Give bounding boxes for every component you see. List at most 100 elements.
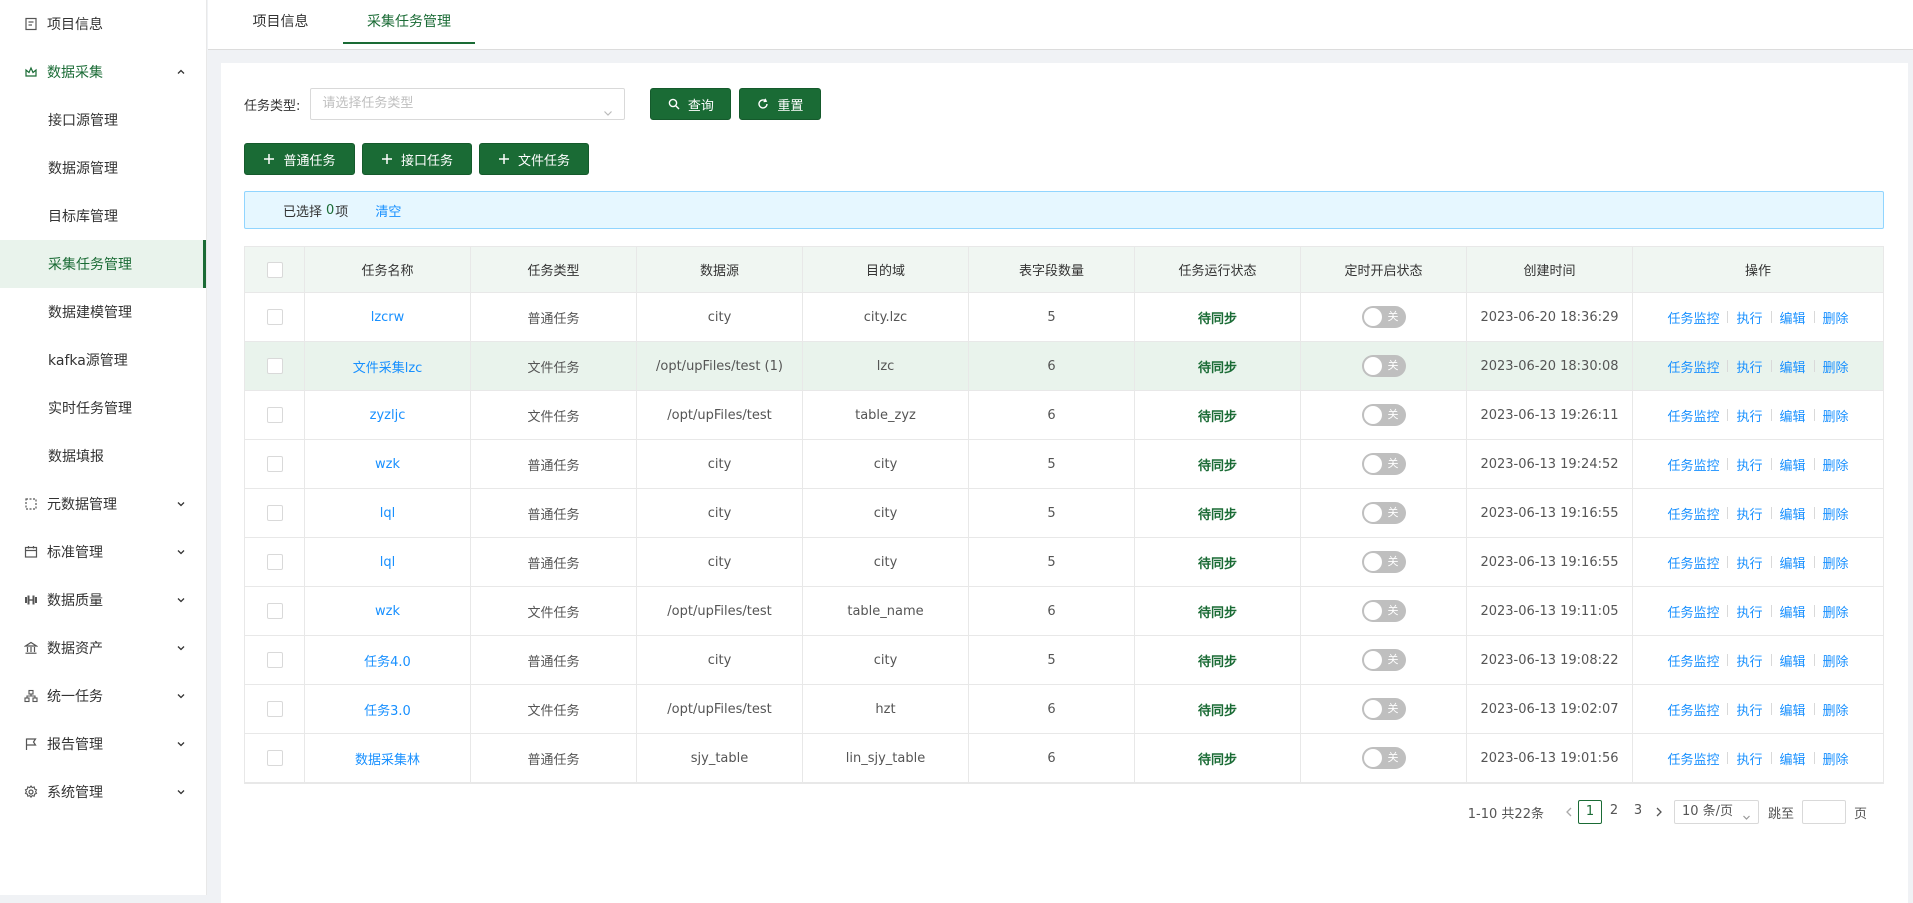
schedule-toggle[interactable]: 关 (1361, 355, 1406, 377)
task-name-link[interactable]: 任务3.0 (364, 700, 411, 719)
row-checkbox[interactable] (266, 603, 283, 619)
sidebar-item-report[interactable]: 报告管理 (0, 720, 206, 768)
sidebar-item-data-collection[interactable]: 数据采集 (0, 48, 206, 96)
sidebar-item-kafka-source[interactable]: kafka源管理 (0, 336, 206, 384)
execute-task-link[interactable]: 执行 (1736, 553, 1762, 572)
delete-task-link[interactable]: 删除 (1823, 357, 1849, 376)
schedule-toggle[interactable]: 关 (1361, 404, 1406, 426)
delete-task-link[interactable]: 删除 (1823, 700, 1849, 719)
reset-button[interactable]: 重置 (739, 88, 822, 120)
sidebar-item-system[interactable]: 系统管理 (0, 768, 206, 816)
delete-task-link[interactable]: 删除 (1823, 553, 1849, 572)
sidebar-item-standard[interactable]: 标准管理 (0, 528, 206, 576)
execute-task-link[interactable]: 执行 (1736, 749, 1762, 768)
delete-task-link[interactable]: 删除 (1823, 308, 1849, 327)
task-name-link[interactable]: 任务4.0 (364, 651, 411, 670)
task-name-link[interactable]: wzk (375, 604, 400, 619)
monitor-task-link[interactable]: 任务监控 (1667, 455, 1719, 474)
next-page-icon[interactable] (1650, 800, 1668, 824)
sidebar-item-data-source[interactable]: 数据源管理 (0, 144, 206, 192)
page-2[interactable]: 2 (1602, 800, 1626, 824)
delete-task-link[interactable]: 删除 (1823, 406, 1849, 425)
delete-task-link[interactable]: 删除 (1823, 749, 1849, 768)
execute-task-link[interactable]: 执行 (1736, 357, 1762, 376)
add-file-task-button[interactable]: 文件任务 (479, 143, 589, 175)
monitor-task-link[interactable]: 任务监控 (1667, 651, 1719, 670)
tab-project-info[interactable]: 项目信息 (208, 0, 353, 44)
row-checkbox[interactable] (266, 407, 283, 423)
delete-task-link[interactable]: 删除 (1823, 602, 1849, 621)
page-3[interactable]: 3 (1626, 800, 1650, 824)
delete-task-link[interactable]: 删除 (1823, 651, 1849, 670)
clear-selection-link[interactable]: 清空 (375, 201, 401, 220)
monitor-task-link[interactable]: 任务监控 (1667, 357, 1719, 376)
schedule-toggle[interactable]: 关 (1361, 698, 1406, 720)
edit-task-link[interactable]: 编辑 (1780, 308, 1806, 327)
task-name-link[interactable]: lzcrw (371, 310, 405, 325)
monitor-task-link[interactable]: 任务监控 (1667, 553, 1719, 572)
task-name-link[interactable]: wzk (375, 457, 400, 472)
monitor-task-link[interactable]: 任务监控 (1667, 406, 1719, 425)
delete-task-link[interactable]: 删除 (1823, 455, 1849, 474)
row-checkbox[interactable] (266, 701, 283, 717)
execute-task-link[interactable]: 执行 (1736, 651, 1762, 670)
sidebar-item-metadata[interactable]: 元数据管理 (0, 480, 206, 528)
add-normal-task-button[interactable]: 普通任务 (244, 143, 355, 175)
row-checkbox[interactable] (266, 750, 283, 766)
execute-task-link[interactable]: 执行 (1736, 406, 1762, 425)
row-checkbox[interactable] (266, 652, 283, 668)
add-api-task-button[interactable]: 接口任务 (362, 143, 472, 175)
task-name-link[interactable]: lql (380, 506, 395, 521)
monitor-task-link[interactable]: 任务监控 (1667, 749, 1719, 768)
execute-task-link[interactable]: 执行 (1736, 308, 1762, 327)
jump-page-input[interactable] (1801, 800, 1846, 824)
tab-collection-task[interactable]: 采集任务管理 (343, 0, 475, 44)
edit-task-link[interactable]: 编辑 (1780, 455, 1806, 474)
edit-task-link[interactable]: 编辑 (1780, 357, 1806, 376)
monitor-task-link[interactable]: 任务监控 (1667, 308, 1719, 327)
sidebar-item-api-source[interactable]: 接口源管理 (0, 96, 206, 144)
edit-task-link[interactable]: 编辑 (1780, 504, 1806, 523)
execute-task-link[interactable]: 执行 (1736, 700, 1762, 719)
sidebar-item-realtime-task[interactable]: 实时任务管理 (0, 384, 206, 432)
schedule-toggle[interactable]: 关 (1361, 502, 1406, 524)
task-name-link[interactable]: zyzljc (370, 408, 406, 423)
execute-task-link[interactable]: 执行 (1736, 602, 1762, 621)
sidebar-item-data-asset[interactable]: 数据资产 (0, 624, 206, 672)
row-checkbox[interactable] (266, 309, 283, 325)
sidebar-item-data-quality[interactable]: 数据质量 (0, 576, 206, 624)
edit-task-link[interactable]: 编辑 (1780, 749, 1806, 768)
row-checkbox[interactable] (266, 358, 283, 374)
schedule-toggle[interactable]: 关 (1361, 747, 1406, 769)
schedule-toggle[interactable]: 关 (1361, 649, 1406, 671)
sidebar-item-unified-task[interactable]: 统一任务 (0, 672, 206, 720)
monitor-task-link[interactable]: 任务监控 (1667, 700, 1719, 719)
select-all-checkbox[interactable] (266, 261, 283, 278)
execute-task-link[interactable]: 执行 (1736, 504, 1762, 523)
edit-task-link[interactable]: 编辑 (1780, 406, 1806, 425)
monitor-task-link[interactable]: 任务监控 (1667, 504, 1719, 523)
sidebar-item-project-info[interactable]: 项目信息 (0, 0, 206, 48)
sidebar-item-data-fill[interactable]: 数据填报 (0, 432, 206, 480)
sidebar-item-target-db[interactable]: 目标库管理 (0, 192, 206, 240)
sidebar-item-data-modeling[interactable]: 数据建模管理 (0, 288, 206, 336)
query-button[interactable]: 查询 (650, 88, 732, 120)
delete-task-link[interactable]: 删除 (1823, 504, 1849, 523)
row-checkbox[interactable] (266, 456, 283, 472)
task-type-select[interactable]: 请选择任务类型 (310, 88, 626, 120)
prev-page-icon[interactable] (1560, 800, 1578, 824)
monitor-task-link[interactable]: 任务监控 (1667, 602, 1719, 621)
task-name-link[interactable]: 数据采集林 (355, 749, 420, 768)
schedule-toggle[interactable]: 关 (1361, 600, 1406, 622)
schedule-toggle[interactable]: 关 (1361, 551, 1406, 573)
edit-task-link[interactable]: 编辑 (1780, 602, 1806, 621)
row-checkbox[interactable] (266, 554, 283, 570)
page-size-select[interactable]: 10 条/页 (1673, 800, 1759, 824)
execute-task-link[interactable]: 执行 (1736, 455, 1762, 474)
edit-task-link[interactable]: 编辑 (1780, 700, 1806, 719)
edit-task-link[interactable]: 编辑 (1780, 651, 1806, 670)
schedule-toggle[interactable]: 关 (1361, 453, 1406, 475)
page-1[interactable]: 1 (1577, 800, 1602, 824)
task-name-link[interactable]: 文件采集lzc (353, 357, 423, 376)
edit-task-link[interactable]: 编辑 (1780, 553, 1806, 572)
